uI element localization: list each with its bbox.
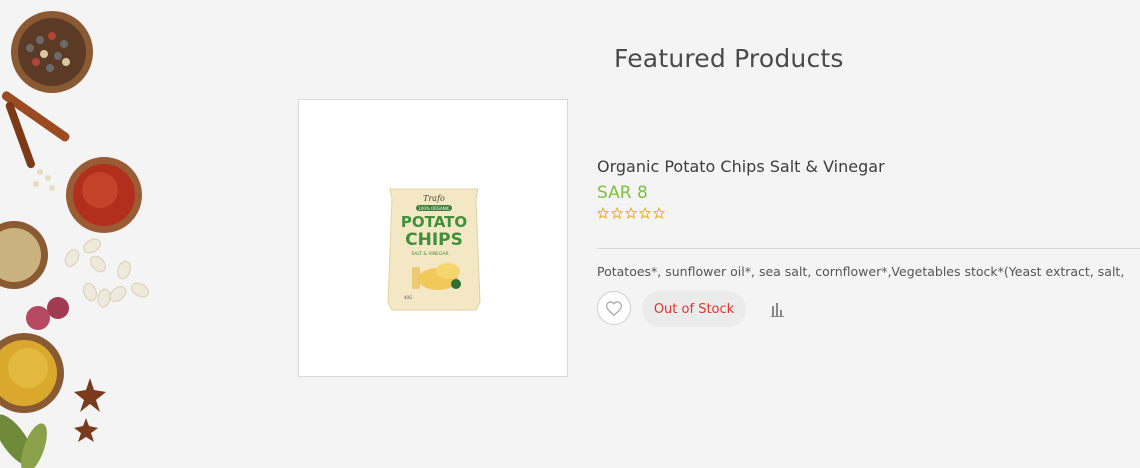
svg-text:POTATO: POTATO (401, 213, 467, 231)
svg-text:CHIPS: CHIPS (405, 230, 463, 250)
star-outline-icon (625, 207, 637, 219)
section-title: Featured Products (614, 44, 844, 73)
onion (47, 297, 69, 319)
spices-decoration (0, 11, 149, 468)
product-image[interactable]: Trafo 100% ORGANIC POTATO CHIPS SALT & V… (298, 99, 568, 377)
heart-icon (606, 300, 622, 316)
svg-text:100% ORGANIC: 100% ORGANIC (418, 206, 450, 211)
potato-chips-pack-image: Trafo 100% ORGANIC POTATO CHIPS SALT & V… (387, 188, 481, 311)
rating-stars (597, 207, 665, 219)
star-anise (74, 378, 106, 442)
out-of-stock-button[interactable]: Out of Stock (642, 291, 746, 327)
star-outline-icon (639, 207, 651, 219)
product-name[interactable]: Organic Potato Chips Salt & Vinegar (597, 157, 885, 176)
star-outline-icon (611, 207, 623, 219)
bay-leaves (0, 414, 47, 468)
star-outline-icon (597, 207, 609, 219)
cinnamon-sticks (1, 91, 70, 169)
product-price: SAR 8 (597, 183, 648, 203)
star-outline-icon (653, 207, 665, 219)
divider (597, 248, 1140, 249)
product-description: Potatoes*, sunflower oil*, sea salt, cor… (597, 264, 1125, 279)
bar-chart-icon[interactable] (769, 301, 785, 317)
svg-text:Trafo: Trafo (423, 194, 445, 203)
svg-text:SALT & VINEGAR: SALT & VINEGAR (411, 251, 448, 257)
svg-text:40G: 40G (404, 295, 412, 300)
wishlist-button[interactable] (597, 291, 631, 325)
